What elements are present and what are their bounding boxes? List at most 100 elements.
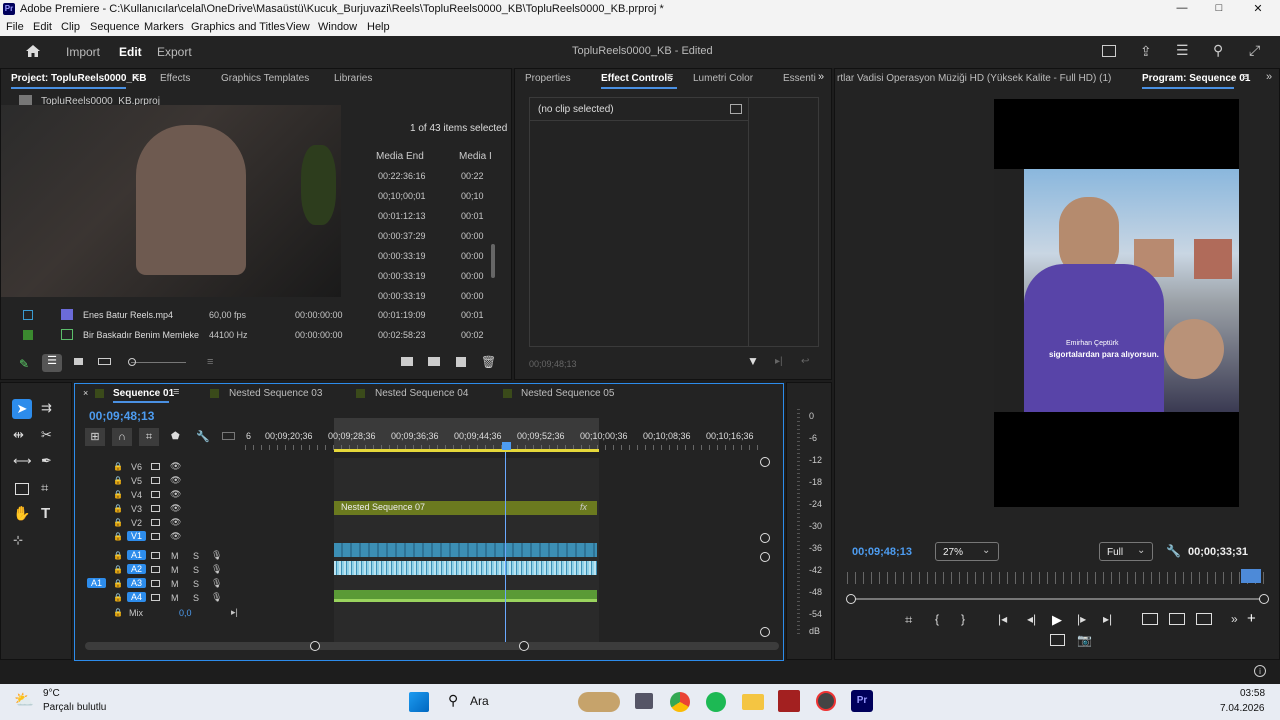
- premiere-taskbar-icon[interactable]: Pr: [851, 690, 873, 712]
- video-track-header[interactable]: 🔒 V3 👁: [75, 502, 243, 516]
- ripple-edit-icon[interactable]: ⇹: [13, 427, 24, 443]
- sync-lock-icon[interactable]: [151, 463, 160, 470]
- video-track-header[interactable]: 🔒 V5 👁: [75, 474, 243, 488]
- eye-icon[interactable]: 👁: [170, 475, 181, 486]
- track-select-icon[interactable]: ⇉: [41, 400, 52, 416]
- task-view-icon[interactable]: [635, 693, 653, 709]
- tab-menu-icon[interactable]: ≡: [1242, 71, 1248, 83]
- playhead-marker[interactable]: [1241, 569, 1261, 583]
- video-track-header[interactable]: 🔒 V1 👁: [75, 530, 243, 544]
- vertical-zoom-handle[interactable]: [760, 627, 770, 637]
- search-icon[interactable]: ⚲: [1213, 42, 1223, 59]
- search-highlight-icon[interactable]: [578, 692, 620, 712]
- eye-icon[interactable]: 👁: [170, 517, 181, 528]
- more-tabs-icon[interactable]: »: [1266, 71, 1272, 83]
- menu-markers[interactable]: Markers: [144, 21, 184, 33]
- minimize-button[interactable]: —: [1172, 2, 1192, 14]
- play-icon[interactable]: ▶: [1052, 612, 1062, 628]
- program-timecode[interactable]: 00;09;48;13: [852, 546, 912, 558]
- lock-icon[interactable]: 🔒: [113, 518, 123, 527]
- in-out-range[interactable]: [334, 449, 599, 452]
- solo-button[interactable]: S: [193, 551, 199, 561]
- play-audio-icon[interactable]: ▸|: [775, 356, 783, 367]
- mix-track-header[interactable]: 🔒 Mix 0,0 ▸|: [75, 606, 243, 620]
- scrub-bar[interactable]: [849, 598, 1265, 600]
- rectangle-icon[interactable]: [15, 483, 29, 495]
- weather-icon[interactable]: ⛅: [14, 690, 34, 710]
- slip-icon[interactable]: ⟷: [13, 453, 32, 469]
- close-tab-icon[interactable]: ×: [83, 388, 88, 398]
- search-icon[interactable]: ⚲: [448, 692, 458, 709]
- tab-essential[interactable]: Essenti: [783, 73, 816, 84]
- weather-desc[interactable]: Parçalı bulutlu: [43, 702, 106, 713]
- freeform-view-icon[interactable]: [98, 358, 111, 365]
- settings-wrench-icon[interactable]: 🔧: [1166, 544, 1181, 558]
- extract-icon[interactable]: [1169, 613, 1185, 625]
- vertical-zoom-handle[interactable]: [760, 533, 770, 543]
- go-to-out-icon[interactable]: ▸|: [1103, 612, 1112, 626]
- panel-layout-icon[interactable]: [1102, 45, 1116, 57]
- voicemeeter-icon[interactable]: [778, 690, 800, 712]
- pencil-icon[interactable]: ✎: [19, 357, 29, 371]
- menu-help[interactable]: Help: [367, 21, 390, 33]
- share-icon[interactable]: ⇪: [1140, 43, 1152, 60]
- audio-track-header[interactable]: A1 🔒 A3 M S 🎙: [75, 577, 243, 591]
- clock-time[interactable]: 03:58: [1240, 688, 1265, 699]
- zoom-dropdown[interactable]: 27% ⌄: [935, 542, 999, 561]
- list-item[interactable]: Bir Baskadır Benim Memleke 44100 Hz 00:0…: [11, 325, 489, 345]
- sync-lock-icon[interactable]: [151, 580, 160, 587]
- snap-icon[interactable]: ⊞: [85, 428, 105, 446]
- add-marker-icon[interactable]: ⌗: [139, 428, 159, 446]
- filter-icon[interactable]: ▼: [747, 354, 759, 368]
- mute-button[interactable]: M: [171, 593, 179, 603]
- clock-date[interactable]: 7.04.2026: [1220, 703, 1265, 714]
- automate-icon[interactable]: [401, 357, 413, 366]
- lock-icon[interactable]: 🔒: [113, 490, 123, 499]
- compare-icon[interactable]: [1196, 613, 1212, 625]
- timeline-settings-icon[interactable]: 🔧: [196, 430, 210, 443]
- lift-icon[interactable]: [1142, 613, 1158, 625]
- tab-properties[interactable]: Properties: [525, 73, 571, 84]
- tab-graphics-templates[interactable]: Graphics Templates: [221, 73, 309, 84]
- remix-icon[interactable]: ⌗: [41, 480, 48, 496]
- scrub-handle-left[interactable]: [846, 594, 856, 604]
- solo-button[interactable]: S: [193, 593, 199, 603]
- camera-icon[interactable]: 📷: [1077, 633, 1092, 647]
- new-item-icon[interactable]: [456, 357, 466, 367]
- playhead-line[interactable]: [505, 452, 506, 643]
- lock-icon[interactable]: 🔒: [113, 565, 123, 574]
- audio-clip-a1[interactable]: [334, 561, 597, 575]
- nested-clip[interactable]: Nested Sequence 07 fx: [334, 501, 597, 515]
- recorder-icon[interactable]: [816, 691, 836, 711]
- start-icon[interactable]: [409, 692, 429, 712]
- microphone-icon[interactable]: 🎙: [211, 564, 222, 575]
- zoom-slider-handle[interactable]: [128, 358, 136, 366]
- export-icon[interactable]: ↩: [801, 356, 809, 367]
- scroll-handle-right[interactable]: [519, 641, 529, 651]
- time-ruler[interactable]: 6 00;09;20;36 00;09;28;36 00;09;36;36 00…: [245, 416, 765, 456]
- add-marker-icon[interactable]: ⌗: [905, 612, 912, 628]
- microphone-icon[interactable]: 🎙: [211, 578, 222, 589]
- tab-libraries[interactable]: Libraries: [334, 73, 372, 84]
- zoom-tool-icon[interactable]: ⊹: [13, 533, 23, 547]
- mark-out-icon[interactable]: }: [961, 612, 965, 626]
- spotify-icon[interactable]: [706, 692, 726, 712]
- tab-menu-icon[interactable]: ≡: [667, 71, 673, 83]
- lock-icon[interactable]: 🔒: [113, 532, 123, 541]
- horizontal-scrollbar[interactable]: [85, 642, 779, 650]
- close-button[interactable]: ✕: [1248, 2, 1268, 15]
- import-tab[interactable]: Import: [66, 45, 100, 59]
- tab-lumetri-color[interactable]: Lumetri Color: [693, 73, 753, 84]
- lock-icon[interactable]: 🔒: [113, 551, 123, 560]
- weather-temp[interactable]: 9°C: [43, 688, 60, 699]
- menu-lines-icon[interactable]: ☰: [1176, 42, 1189, 59]
- more-buttons-icon[interactable]: »: [1231, 612, 1238, 626]
- safe-margins-icon[interactable]: [1050, 634, 1065, 646]
- solo-button[interactable]: S: [193, 579, 199, 589]
- fullscreen-icon[interactable]: ⤢: [1249, 42, 1260, 59]
- column-media-duration[interactable]: Media I: [459, 151, 492, 162]
- mute-button[interactable]: M: [171, 579, 179, 589]
- timeline-timecode[interactable]: 00;09;48;13: [89, 409, 154, 423]
- go-to-in-icon[interactable]: |◂: [998, 612, 1007, 626]
- list-view-icon[interactable]: ☰: [42, 354, 62, 372]
